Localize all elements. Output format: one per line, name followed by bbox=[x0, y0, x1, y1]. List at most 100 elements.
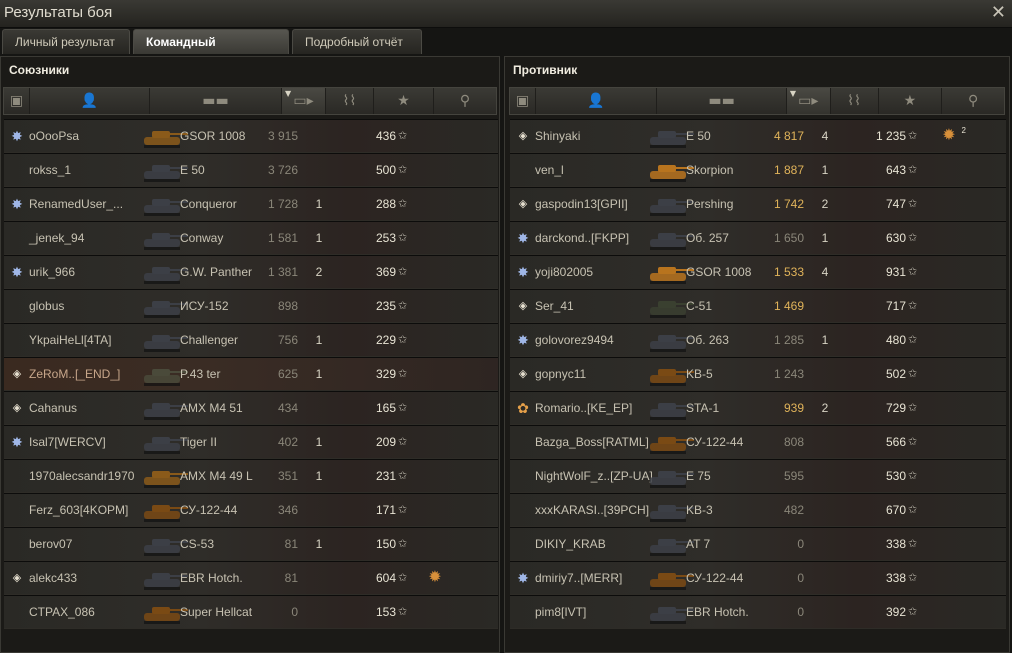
xp-icon[interactable]: ★ bbox=[879, 88, 943, 114]
player-name[interactable]: Cahanus bbox=[29, 392, 77, 424]
player-name[interactable]: oOooPsa bbox=[29, 120, 79, 152]
medal-icon[interactable]: ⚲ bbox=[434, 88, 496, 114]
medal-achievement-icon[interactable]: ✹ 2 bbox=[938, 120, 966, 152]
player-row[interactable]: ✸ dmiriy7..[MERR] СУ-122-44 0 338 ✩ bbox=[510, 561, 1006, 595]
player-name[interactable]: dmiriy7..[MERR] bbox=[535, 562, 622, 594]
damage-value: 1 742 bbox=[773, 197, 804, 211]
tab-personal-result[interactable]: Личный результат bbox=[2, 29, 130, 54]
player-row[interactable]: ✸ oOooPsa GSOR 1008 3 915 436 ✩ bbox=[4, 119, 498, 153]
empty-badge bbox=[6, 324, 28, 356]
player-row[interactable]: ◈ Cahanus AMX M4 51 434 165 ✩ bbox=[4, 391, 498, 425]
player-name[interactable]: urik_966 bbox=[29, 256, 75, 288]
player-name[interactable]: Isal7[WERCV] bbox=[29, 426, 106, 458]
player-row[interactable]: NightWolF_z..[ZP-UA] E 75 595 530 ✩ bbox=[510, 459, 1006, 493]
squad-icon[interactable]: ▣ bbox=[510, 88, 536, 114]
empty-badge bbox=[512, 460, 534, 492]
player-name[interactable]: CTPAX_086 bbox=[29, 596, 95, 628]
player-row[interactable]: ven_l Skorpion 1 887 1 643 ✩ bbox=[510, 153, 1006, 187]
player-row[interactable]: ✸ golovorez9494 Об. 263 1 285 1 480 ✩ bbox=[510, 323, 1006, 357]
player-row[interactable]: rokss_1 E 50 3 726 500 ✩ bbox=[4, 153, 498, 187]
player-row[interactable]: ◈ gopnyc11 KB-5 1 243 502 ✩ bbox=[510, 357, 1006, 391]
player-name[interactable]: Bazga_Boss[RATML] bbox=[535, 426, 649, 458]
player-row[interactable]: ◈ alekc433 EBR Hotch. 81 604 ✩ ✹ bbox=[4, 561, 498, 595]
player-row[interactable]: ✸ urik_966 G.W. Panther 1 381 2 369 ✩ bbox=[4, 255, 498, 289]
player-name[interactable]: _jenek_94 bbox=[29, 222, 84, 254]
damage-value: 0 bbox=[797, 605, 804, 619]
player-name[interactable]: DIKIY_KRAB bbox=[535, 528, 606, 560]
player-row[interactable]: ◈ ZeRoM..[_END_] P.43 ter 625 1 329 ✩ bbox=[4, 357, 498, 391]
player-name[interactable]: ZeRoM..[_END_] bbox=[29, 358, 120, 390]
frags-icon[interactable]: ⌇⌇ bbox=[326, 88, 374, 114]
player-name[interactable]: pim8[IVT] bbox=[535, 596, 586, 628]
player-name[interactable]: darckond..[FKPP] bbox=[535, 222, 629, 254]
tank-icon[interactable]: ▬▬ bbox=[657, 88, 787, 114]
player-row[interactable]: _jenek_94 Conway 1 581 1 253 ✩ bbox=[4, 221, 498, 255]
enemies-panel: Противник ▣ 👤 ▬▬ ▼ ▭▸ ⌇⌇ ★ ⚲ ◈ Shinyaki E 5… bbox=[504, 56, 1010, 653]
player-row[interactable]: ✿ Romario..[KE_EP] STA-1 939 2 729 ✩ bbox=[510, 391, 1006, 425]
player-name[interactable]: globus bbox=[29, 290, 64, 322]
frags-icon[interactable]: ⌇⌇ bbox=[831, 88, 879, 114]
player-row[interactable]: berov07 CS-53 81 1 150 ✩ bbox=[4, 527, 498, 561]
tab-team-result[interactable]: Командный результат bbox=[133, 29, 289, 74]
player-name[interactable]: xxxKARASI..[39PCH] bbox=[535, 494, 649, 526]
player-row[interactable]: Ferz_603[4KOPM] СУ-122-44 346 171 ✩ bbox=[4, 493, 498, 527]
xp-value: 171 bbox=[375, 503, 396, 517]
damage-icon[interactable]: ▼ ▭▸ bbox=[786, 88, 831, 114]
player-name[interactable]: rokss_1 bbox=[29, 154, 71, 186]
frags-value bbox=[815, 358, 835, 390]
player-row[interactable]: ◈ Ser_41 C-51 1 469 717 ✩ bbox=[510, 289, 1006, 323]
player-icon[interactable]: 👤 bbox=[30, 88, 150, 114]
player-name[interactable]: gaspodin13[GPII] bbox=[535, 188, 628, 220]
player-icon[interactable]: 👤 bbox=[536, 88, 658, 114]
player-name[interactable]: YkpaiHeLl[4TA] bbox=[29, 324, 111, 356]
player-row[interactable]: YkpaiHeLl[4TA] Challenger 756 1 229 ✩ bbox=[4, 323, 498, 357]
player-name[interactable]: RenamedUser_... bbox=[29, 188, 123, 220]
squad-icon[interactable]: ▣ bbox=[4, 88, 30, 114]
player-name[interactable]: Romario..[KE_EP] bbox=[535, 392, 632, 424]
player-row[interactable]: ◈ gaspodin13[GPII] Pershing 1 742 2 747 ✩ bbox=[510, 187, 1006, 221]
player-row[interactable]: DIKIY_KRAB AT 7 0 338 ✩ bbox=[510, 527, 1006, 561]
xp-value: 253 bbox=[375, 231, 396, 245]
player-name[interactable]: alekc433 bbox=[29, 562, 77, 594]
player-name[interactable]: gopnyc11 bbox=[535, 358, 586, 390]
damage-icon[interactable]: ▼ ▭▸ bbox=[282, 88, 326, 114]
player-name[interactable]: ven_l bbox=[535, 154, 564, 186]
player-row[interactable]: ◈ Shinyaki E 50 4 817 4 1 235 ✩ ✹ 2 bbox=[510, 119, 1006, 153]
player-row[interactable]: xxxKARASI..[39PCH] KB-3 482 670 ✩ bbox=[510, 493, 1006, 527]
xp-star-icon: ✩ bbox=[908, 300, 918, 312]
xp-icon[interactable]: ★ bbox=[374, 88, 434, 114]
player-name[interactable]: yoji802005 bbox=[535, 256, 593, 288]
player-row[interactable]: globus ИСУ-152 898 235 ✩ bbox=[4, 289, 498, 323]
frags-value bbox=[309, 494, 329, 526]
player-row[interactable]: Bazga_Boss[RATML] СУ-122-44 808 566 ✩ bbox=[510, 425, 1006, 459]
frags-value: 1 bbox=[315, 231, 323, 245]
tank-icon[interactable]: ▬▬ bbox=[150, 88, 282, 114]
player-name[interactable]: Ferz_603[4KOPM] bbox=[29, 494, 128, 526]
player-row[interactable]: ✸ RenamedUser_... Conqueror 1 728 1 288 ✩ bbox=[4, 187, 498, 221]
xp-star-icon: ✩ bbox=[398, 164, 408, 176]
empty-badge bbox=[512, 426, 534, 458]
player-row[interactable]: ✸ Isal7[WERCV] Tiger II 402 1 209 ✩ bbox=[4, 425, 498, 459]
medal-achievement-icon[interactable]: ✹ bbox=[424, 562, 446, 594]
player-name[interactable]: berov07 bbox=[29, 528, 72, 560]
player-row[interactable]: ✸ yoji802005 GSOR 1008 1 533 4 931 ✩ bbox=[510, 255, 1006, 289]
player-row[interactable]: ✸ darckond..[FKPP] Об. 257 1 650 1 630 ✩ bbox=[510, 221, 1006, 255]
player-name[interactable]: Shinyaki bbox=[535, 120, 580, 152]
frags-value: 2 bbox=[821, 197, 829, 211]
close-icon[interactable]: ✕ bbox=[991, 2, 1006, 23]
player-name[interactable]: golovorez9494 bbox=[535, 324, 614, 356]
player-name[interactable]: 1970alecsandr1970 bbox=[29, 460, 134, 492]
frags-value: 1 bbox=[821, 333, 829, 347]
player-name[interactable]: NightWolF_z..[ZP-UA] bbox=[535, 460, 653, 492]
player-row[interactable]: 1970alecsandr1970 AMX M4 49 L 351 1 231 ✩ bbox=[4, 459, 498, 493]
medal-icon[interactable]: ⚲ bbox=[942, 88, 1004, 114]
player-name[interactable]: Ser_41 bbox=[535, 290, 574, 322]
player-row[interactable]: CTPAX_086 Super Hellcat 0 153 ✩ bbox=[4, 595, 498, 629]
tab-detailed-report[interactable]: Подробный отчёт bbox=[292, 29, 422, 54]
player-row[interactable]: pim8[IVT] EBR Hotch. 0 392 ✩ bbox=[510, 595, 1006, 629]
empty-badge bbox=[6, 460, 28, 492]
xp-value: 229 bbox=[375, 333, 396, 347]
frags-value bbox=[309, 290, 329, 322]
damage-value: 808 bbox=[783, 435, 804, 449]
damage-value: 1 381 bbox=[267, 265, 298, 279]
